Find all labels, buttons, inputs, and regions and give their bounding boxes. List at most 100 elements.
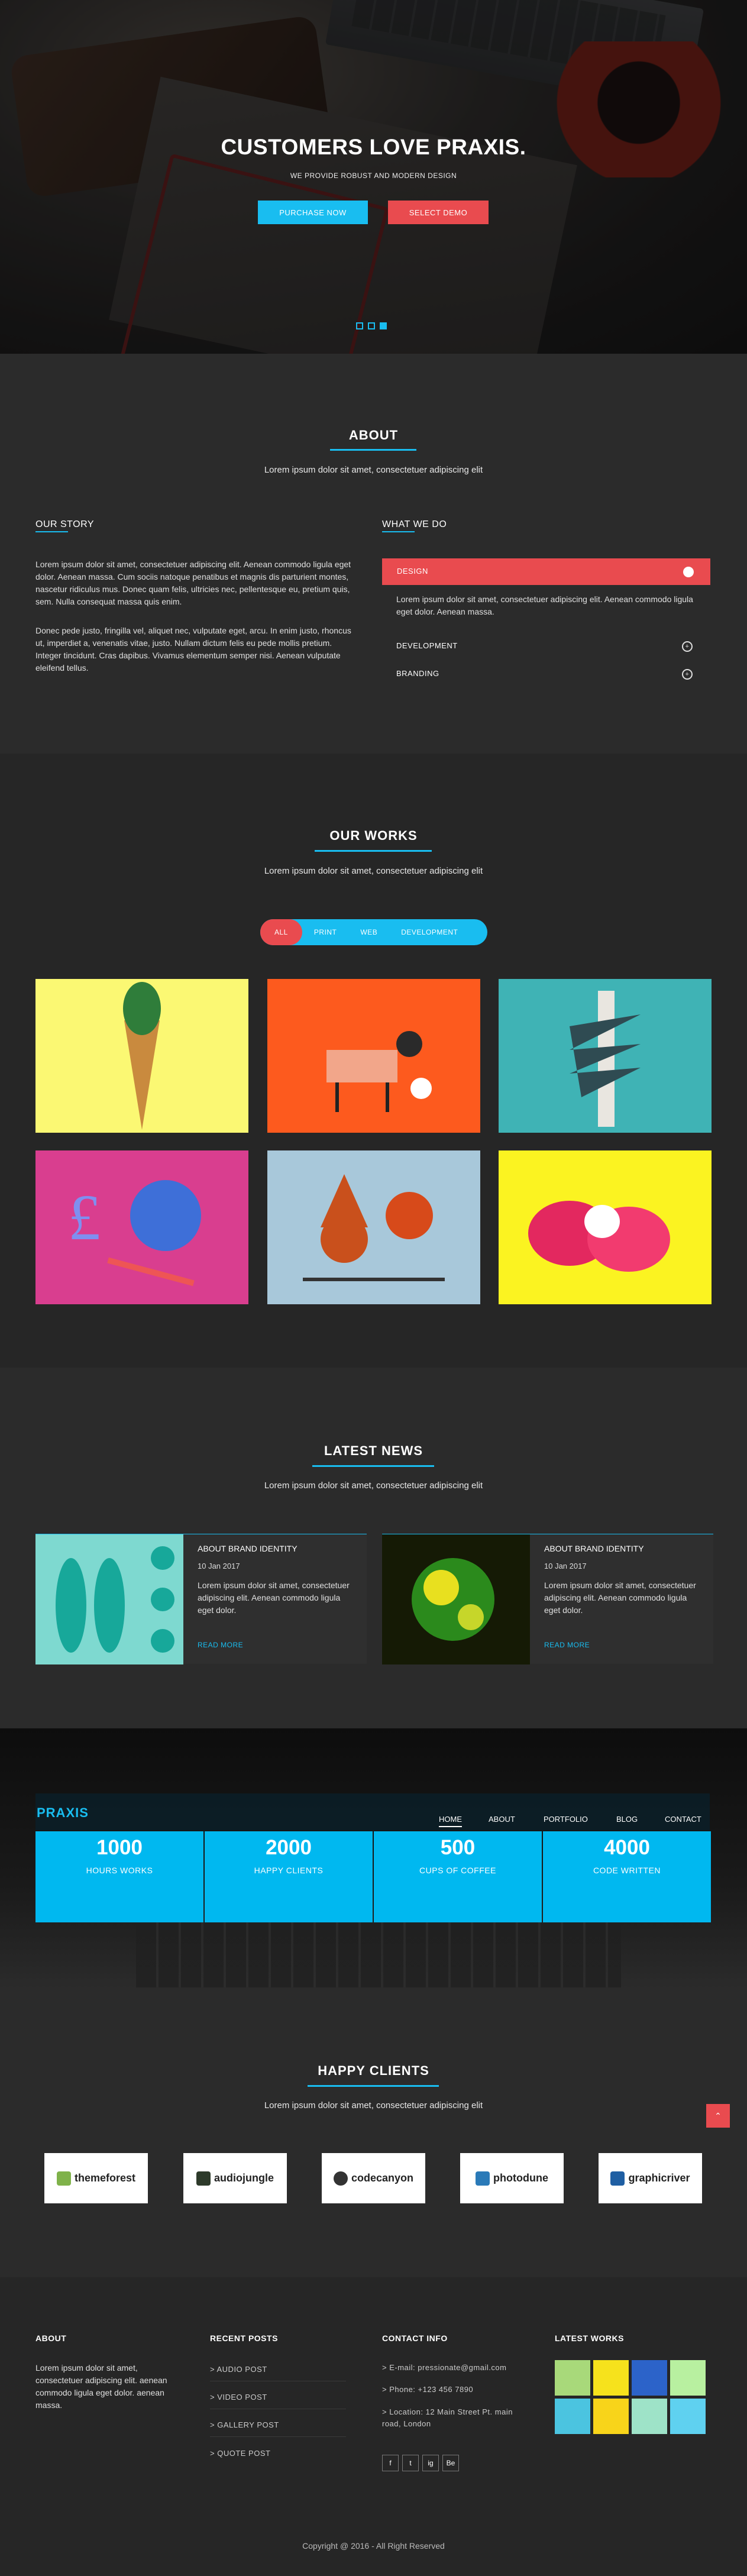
- plus-icon[interactable]: +: [682, 669, 693, 680]
- hero-section: CUSTOMERS LOVE PRAXIS. WE PROVIDE ROBUST…: [0, 0, 747, 354]
- photodune-icon: [476, 2171, 490, 2186]
- counter-hours: 1000 HOURS WORKS: [35, 1831, 203, 1922]
- news-heading[interactable]: ABOUT BRAND IDENTITY: [544, 1544, 644, 1553]
- client-logo-graphicriver[interactable]: graphicriver: [599, 2153, 702, 2203]
- portfolio-item-cactus-cone[interactable]: [35, 979, 248, 1133]
- portfolio-item-bird[interactable]: £: [35, 1150, 248, 1304]
- news-heading[interactable]: ABOUT BRAND IDENTITY: [198, 1544, 297, 1553]
- instagram-icon[interactable]: ig: [422, 2455, 439, 2471]
- graphicriver-icon: [610, 2171, 625, 2186]
- news-date: 10 Jan 2017: [544, 1562, 587, 1570]
- footer-post-quote[interactable]: > QUOTE POST: [210, 2449, 270, 2458]
- latest-work-thumb[interactable]: [555, 2399, 590, 2434]
- location-text: Location: 12 Main Street Pt. main road, …: [382, 2407, 513, 2428]
- nav-contact[interactable]: CONTACT: [665, 1815, 701, 1824]
- counter-value: 2000: [266, 1836, 312, 1859]
- footer-post-gallery[interactable]: > GALLERY POST: [210, 2420, 279, 2429]
- post-link-label: GALLERY POST: [217, 2420, 279, 2429]
- counter-coffee: 500 CUPS OF COFFEE: [374, 1831, 542, 1922]
- latest-work-thumb[interactable]: [593, 2399, 629, 2434]
- read-more-link[interactable]: READ MORE: [544, 1641, 590, 1649]
- counter-value: 4000: [604, 1836, 650, 1859]
- codecanyon-icon: [333, 2171, 348, 2186]
- latest-work-thumb[interactable]: [555, 2360, 590, 2396]
- portfolio-item-scale[interactable]: [267, 1150, 480, 1304]
- latest-work-thumb[interactable]: [632, 2399, 667, 2434]
- praxis-logo[interactable]: PRAXIS: [37, 1805, 89, 1821]
- works-title: OUR WORKS: [329, 828, 418, 843]
- nav-blog[interactable]: BLOG: [616, 1815, 638, 1824]
- portfolio-item-deer[interactable]: [267, 979, 480, 1133]
- select-demo-button[interactable]: SELECT DEMO: [388, 201, 489, 224]
- accordion-design[interactable]: DESIGN: [382, 558, 710, 585]
- what-we-do-underline: [382, 531, 415, 532]
- slider-dot-2[interactable]: [368, 322, 375, 329]
- news-date: 10 Jan 2017: [198, 1562, 240, 1570]
- filter-all[interactable]: ALL: [260, 919, 302, 945]
- facebook-icon[interactable]: f: [382, 2455, 399, 2471]
- client-name: photodune: [493, 2172, 548, 2184]
- accordion-branding[interactable]: BRANDING +: [382, 665, 710, 683]
- accordion-design-body: Lorem ipsum dolor sit amet, consectetuer…: [396, 594, 693, 616]
- our-story-heading: OUR STORY: [35, 519, 95, 529]
- footer-about-text: Lorem ipsum dolor sit amet, consectetuer…: [35, 2363, 167, 2410]
- latest-work-thumb[interactable]: [593, 2360, 629, 2396]
- about-subtitle: Lorem ipsum dolor sit amet, consectetuer…: [264, 465, 483, 475]
- purchase-now-button[interactable]: PURCHASE NOW: [258, 201, 368, 224]
- read-more-link[interactable]: READ MORE: [198, 1641, 243, 1649]
- client-name: codecanyon: [351, 2172, 414, 2184]
- latest-work-thumb[interactable]: [670, 2399, 706, 2434]
- counter-label: CODE WRITTEN: [593, 1866, 661, 1875]
- news-title: LATEST NEWS: [324, 1443, 423, 1458]
- about-section: [0, 354, 747, 754]
- counter-clients: 2000 HAPPY CLIENTS: [205, 1831, 373, 1922]
- hero-tagline: WE PROVIDE ROBUST AND MODERN DESIGN: [290, 172, 457, 180]
- themeforest-icon: [56, 2171, 71, 2186]
- clients-section: [0, 1989, 747, 2277]
- footer-location: > Location: 12 Main Street Pt. main road…: [382, 2407, 513, 2428]
- clients-title: HAPPY CLIENTS: [318, 2063, 429, 2078]
- portfolio-item-dragonfruit[interactable]: [499, 1150, 712, 1304]
- slider-dot-1[interactable]: [356, 322, 363, 329]
- footer-about-heading: ABOUT: [35, 2333, 67, 2343]
- footer-post-video[interactable]: > VIDEO POST: [210, 2393, 267, 2402]
- counter-label: HAPPY CLIENTS: [254, 1866, 324, 1875]
- counter-value: 500: [440, 1836, 476, 1859]
- accordion-toggle-icon[interactable]: [683, 567, 694, 577]
- filter-development[interactable]: DEVELOPMENT: [389, 919, 470, 945]
- twitter-icon[interactable]: t: [402, 2455, 419, 2471]
- slider-dot-3[interactable]: [380, 322, 387, 329]
- about-title-underline: [330, 449, 416, 451]
- nav-about[interactable]: ABOUT: [489, 1815, 515, 1824]
- svg-text:£: £: [68, 1181, 101, 1253]
- plus-icon[interactable]: +: [682, 641, 693, 652]
- client-logo-photodune[interactable]: photodune: [460, 2153, 564, 2203]
- clients-subtitle: Lorem ipsum dolor sit amet, consectetuer…: [264, 2100, 483, 2110]
- behance-icon[interactable]: Be: [442, 2455, 459, 2471]
- news-subtitle: Lorem ipsum dolor sit amet, consectetuer…: [264, 1481, 483, 1491]
- client-logo-codecanyon[interactable]: codecanyon: [322, 2153, 425, 2203]
- accordion-development[interactable]: DEVELOPMENT +: [382, 638, 710, 655]
- phone-text: Phone: +123 456 7890: [389, 2385, 474, 2394]
- counter-code: 4000 CODE WRITTEN: [543, 1831, 711, 1922]
- nav-portfolio[interactable]: PORTFOLIO: [544, 1815, 588, 1824]
- filter-print[interactable]: PRINT: [302, 919, 349, 945]
- our-story-paragraph-2: Donec pede justo, fringilla vel, aliquet…: [35, 626, 351, 673]
- works-subtitle: Lorem ipsum dolor sit amet, consectetuer…: [264, 866, 483, 876]
- counter-value: 1000: [96, 1836, 143, 1859]
- client-logo-audiojungle[interactable]: audiojungle: [183, 2153, 287, 2203]
- accordion-development-label: DEVELOPMENT: [396, 641, 458, 650]
- portfolio-item-screw[interactable]: [499, 979, 712, 1133]
- client-logo-themeforest[interactable]: themeforest: [44, 2153, 148, 2203]
- nav-home[interactable]: HOME: [439, 1815, 462, 1827]
- latest-work-thumb[interactable]: [632, 2360, 667, 2396]
- client-name: themeforest: [74, 2172, 136, 2184]
- latest-work-thumb[interactable]: [670, 2360, 706, 2396]
- sticky-navbar: [35, 1793, 710, 1830]
- news-excerpt: Lorem ipsum dolor sit amet, consectetuer…: [544, 1580, 696, 1615]
- filter-web[interactable]: WEB: [348, 919, 389, 945]
- news-image-ornament[interactable]: [382, 1534, 530, 1664]
- scroll-to-top-button[interactable]: ⌃: [706, 2104, 730, 2128]
- footer-post-audio[interactable]: > AUDIO POST: [210, 2365, 267, 2374]
- news-image-sneakers[interactable]: [35, 1534, 183, 1664]
